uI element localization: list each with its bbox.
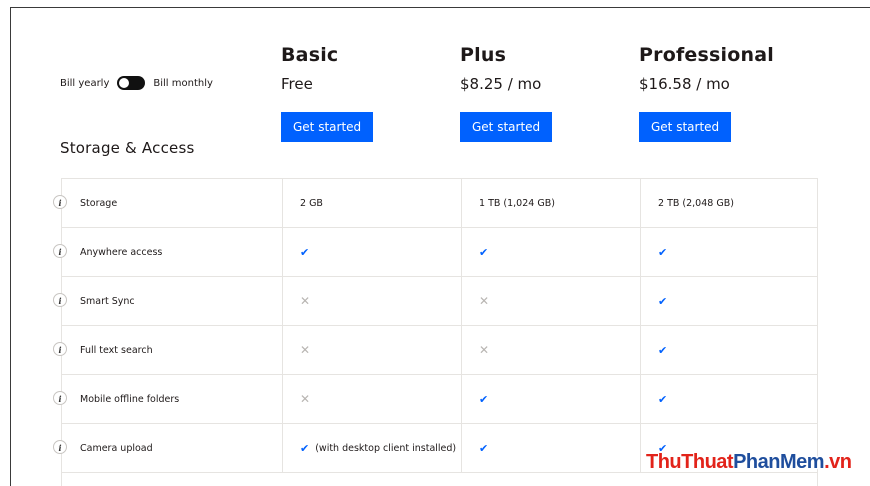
check-icon: ✔	[479, 392, 489, 406]
feature-label: Smart Sync	[80, 295, 135, 307]
plan-professional: Professional $16.58 / mo Get started	[639, 44, 774, 142]
cell-plus: 1 TB (1,024 GB)	[461, 179, 640, 227]
check-icon: ✔	[300, 441, 310, 455]
toggle-knob	[119, 78, 130, 88]
cell-professional: 2 TB (2,048 GB)	[640, 179, 817, 227]
cell-professional: ✔	[640, 326, 817, 374]
plan-plus: Plus $8.25 / mo Get started	[460, 44, 553, 142]
cell-professional: ✔	[640, 277, 817, 325]
cell-professional: ✔	[640, 375, 817, 423]
cell-basic: ✔ (with desktop client installed)	[282, 424, 461, 472]
plan-name: Basic	[281, 44, 339, 66]
plan-basic: Basic Free Get started	[281, 44, 374, 142]
cell-plus: ✕	[461, 277, 640, 325]
feature-label: Mobile offline folders	[80, 393, 180, 405]
billing-toggle[interactable]	[117, 76, 146, 90]
get-started-button-plus[interactable]: Get started	[460, 112, 553, 142]
feature-label: Camera upload	[80, 442, 153, 454]
cell-note: (with desktop client installed)	[315, 442, 457, 454]
billing-toggle-group: Bill yearly Bill monthly	[60, 76, 213, 90]
cell-basic: ✔	[282, 228, 461, 276]
table-row: i Mobile offline folders ✕ ✔ ✔	[53, 375, 817, 424]
plan-price: Free	[281, 75, 313, 93]
cell-plus: ✔	[461, 424, 640, 472]
plan-price: $16.58 / mo	[639, 75, 730, 93]
check-icon: ✔	[658, 392, 668, 406]
check-icon: ✔	[658, 343, 668, 357]
feature-label: Anywhere access	[80, 246, 163, 258]
get-started-button-basic[interactable]: Get started	[281, 112, 374, 142]
cross-icon: ✕	[300, 294, 311, 308]
cell-basic: 2 GB	[282, 179, 461, 227]
cell-basic: ✕	[282, 375, 461, 423]
cell-basic: ✕	[282, 326, 461, 374]
cross-icon: ✕	[479, 294, 490, 308]
check-icon: ✔	[658, 294, 668, 308]
table-row: i Anywhere access ✔ ✔ ✔	[53, 228, 817, 277]
cell-plus: ✔	[461, 228, 640, 276]
cell-plus: ✔	[461, 375, 640, 423]
check-icon: ✔	[658, 245, 668, 259]
cell-basic: ✕	[282, 277, 461, 325]
plan-name: Plus	[460, 44, 507, 66]
check-icon: ✔	[479, 245, 489, 259]
comparison-table: i Storage 2 GB 1 TB (1,024 GB) 2 TB (2,048 G…	[53, 178, 818, 486]
cross-icon: ✕	[300, 392, 311, 406]
bill-monthly-label[interactable]: Bill monthly	[153, 78, 213, 89]
get-started-button-professional[interactable]: Get started	[639, 112, 732, 142]
table-row: i Smart Sync ✕ ✕ ✔	[53, 277, 817, 326]
plan-price: $8.25 / mo	[460, 75, 542, 93]
table-row: i Storage 2 GB 1 TB (1,024 GB) 2 TB (2,048 G…	[53, 179, 817, 228]
watermark-logo: ThuThuatPhanMem.vn	[646, 451, 852, 473]
cross-icon: ✕	[479, 343, 490, 357]
check-icon: ✔	[479, 441, 489, 455]
table-row: i Full text search ✕ ✕ ✔	[53, 326, 817, 375]
section-title: Storage & Access	[60, 139, 195, 157]
cross-icon: ✕	[300, 343, 311, 357]
cell-plus: ✕	[461, 326, 640, 374]
feature-label: Full text search	[80, 344, 153, 356]
feature-label: Storage	[80, 197, 118, 209]
cell-professional: ✔	[640, 228, 817, 276]
check-icon: ✔	[300, 245, 310, 259]
plan-name: Professional	[639, 44, 774, 66]
bill-yearly-label[interactable]: Bill yearly	[60, 78, 109, 89]
